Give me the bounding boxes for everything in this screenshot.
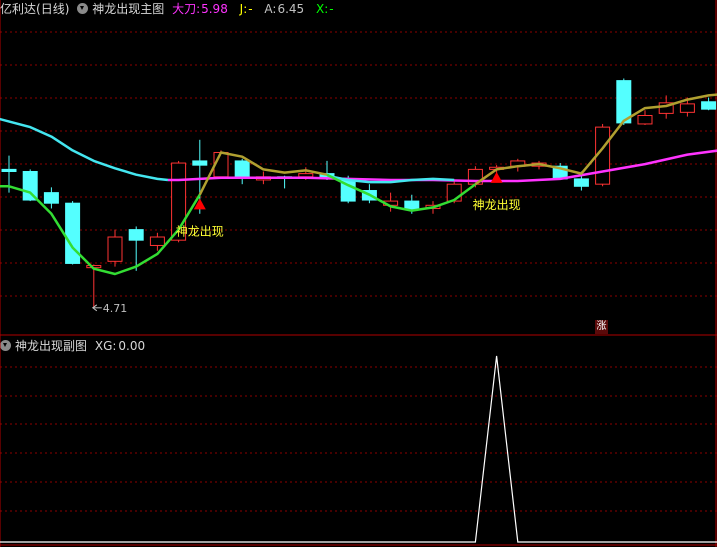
xg-line: [0, 355, 717, 543]
signal-label: 神龙出现: [473, 198, 521, 212]
candle-body: [701, 101, 717, 110]
candle-body: [298, 173, 314, 178]
candle-body: [637, 114, 653, 125]
candle-body: [234, 160, 250, 178]
signal-label: 神龙出现: [176, 224, 224, 238]
price-chart[interactable]: 神龙出现神龙出现 4.71: [0, 0, 717, 547]
zhang-badge[interactable]: 涨: [595, 320, 608, 334]
magenta-line: [168, 149, 717, 183]
candle-body: [65, 202, 81, 264]
cyan-line: [0, 117, 169, 182]
candle-body: [107, 236, 123, 262]
candle-body: [404, 200, 420, 211]
candle-body: [573, 178, 589, 187]
candle-body: [1, 168, 17, 173]
candle-body: [149, 236, 165, 246]
sub-chart: [0, 355, 717, 543]
candle-body: [192, 160, 208, 166]
grid-lines: [0, 0, 717, 547]
candle: [107, 229, 123, 267]
candle: [383, 192, 399, 212]
candle: [43, 187, 59, 209]
candle: [234, 158, 250, 185]
low-price-label: 4.71: [103, 302, 128, 315]
candle: [65, 201, 81, 265]
candle: [701, 97, 717, 111]
candle-body: [43, 192, 59, 204]
candle-body: [679, 103, 695, 113]
candle-body: [128, 229, 144, 241]
